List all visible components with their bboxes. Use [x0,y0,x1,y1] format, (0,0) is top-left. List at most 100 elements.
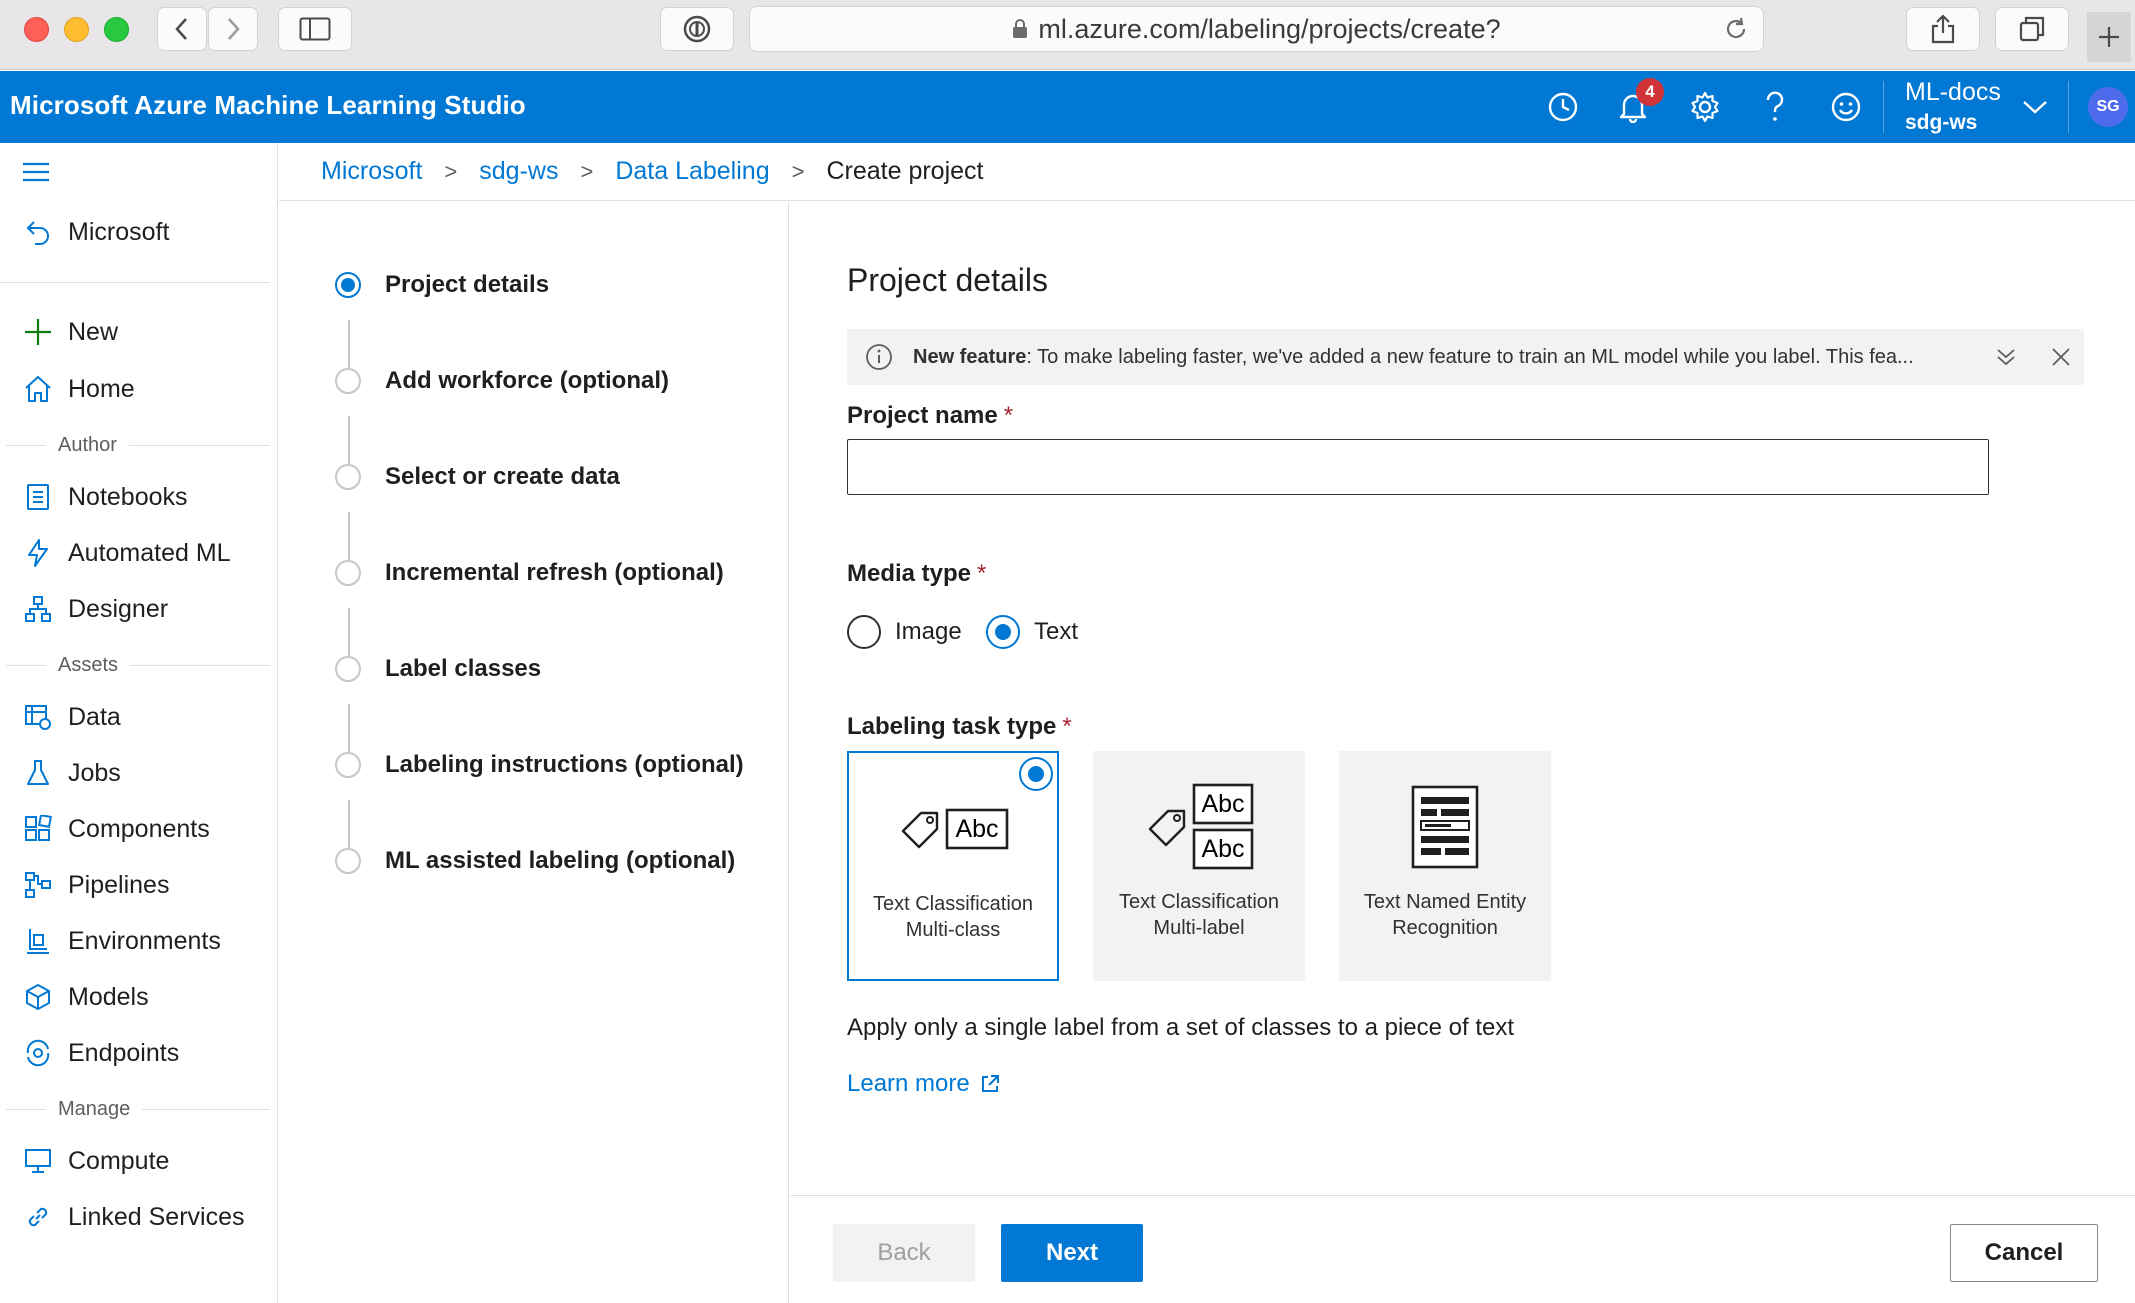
step-labeling-instructions[interactable]: Labeling instructions (optional) [335,751,744,779]
step-label-classes[interactable]: Label classes [335,655,541,683]
forward-nav-button[interactable] [208,7,258,51]
cancel-button[interactable]: Cancel [1950,1224,2098,1282]
monitor-icon [22,1145,54,1177]
password-manager-button[interactable] [660,7,734,51]
task-card-ner[interactable]: Text Named Entity Recognition [1339,751,1551,981]
back-arrow-icon [22,216,54,248]
next-button[interactable]: Next [1001,1224,1143,1282]
menu-icon [23,162,49,182]
share-icon [1931,14,1955,44]
nav-pipelines[interactable]: Pipelines [0,862,278,908]
minimize-window-button[interactable] [64,17,89,42]
nav-group-label: Assets [58,653,119,676]
browser-chrome: ml.azure.com/labeling/projects/create? [0,0,2135,70]
step-incremental-refresh[interactable]: Incremental refresh (optional) [335,559,724,587]
banner-bold: New feature [913,345,1027,368]
account-switcher[interactable]: ML-docs sdg-ws [1905,80,2001,134]
external-link-icon [981,1075,999,1092]
nav-designer[interactable]: Designer [0,586,278,632]
back-button[interactable]: Back [833,1224,975,1282]
nav-data[interactable]: Data [0,694,278,740]
feedback-button[interactable] [1826,87,1866,127]
nav-components[interactable]: Components [0,806,278,852]
nav-environments[interactable]: Environments [0,918,278,964]
nav-endpoints[interactable]: Endpoints [0,1030,278,1076]
project-name-label: Project name * [847,402,1013,430]
step-select-data[interactable]: Select or create data [335,463,620,491]
expand-chevron-icon[interactable] [1995,346,2017,368]
step-project-details[interactable]: Project details [335,271,549,299]
tabs-icon [2019,16,2045,42]
nav-notebooks[interactable]: Notebooks [0,474,278,520]
reload-icon[interactable] [1723,16,1749,42]
card-label-line2: Multi-label [1153,917,1245,939]
tabs-overview-button[interactable] [1995,7,2069,51]
info-banner: New feature: To make labeling faster, we… [847,329,2084,385]
breadcrumb-current: Create project [826,157,984,185]
settings-button[interactable] [1685,87,1725,127]
learn-more-label: Learn more [847,1070,970,1097]
password-icon [683,15,711,43]
nav-label: Data [68,702,121,731]
close-icon[interactable] [2051,347,2071,367]
app-title[interactable]: Microsoft Azure Machine Learning Studio [10,90,526,121]
task-card-multiclass[interactable]: Abc Text Classification Multi-class [847,751,1059,981]
multilabel-illustration: Abc Abc [1144,771,1254,883]
plus-icon [22,316,54,348]
media-type-text-radio[interactable]: Text [986,615,1078,649]
nav-compute[interactable]: Compute [0,1138,278,1184]
help-button[interactable] [1755,87,1795,127]
maximize-window-button[interactable] [104,17,129,42]
pipeline-icon [22,869,54,901]
label-text: Labeling task type [847,713,1057,740]
task-card-multilabel[interactable]: Abc Abc Text Classification Multi-label [1093,751,1305,981]
document-lines-icon [1411,785,1479,869]
step-dot [335,848,361,874]
step-label: Project details [385,271,550,298]
step-add-workforce[interactable]: Add workforce (optional) [335,367,669,395]
close-window-button[interactable] [24,17,49,42]
nav-back-microsoft[interactable]: Microsoft [0,209,278,255]
nav-label: Designer [68,594,169,623]
step-label: Labeling instructions (optional) [385,751,744,778]
avatar[interactable]: SG [2088,87,2128,127]
back-nav-button[interactable] [157,7,207,51]
nav-new[interactable]: New [0,309,278,355]
learn-more-link[interactable]: Learn more [847,1070,1000,1098]
nav-jobs[interactable]: Jobs [0,750,278,796]
tag-icon [1148,809,1186,847]
sidebar-toggle-button[interactable] [278,7,352,51]
url-text: ml.azure.com/labeling/projects/create? [1038,13,1501,44]
left-nav: Microsoft New Home Author Notebooks Auto… [0,143,278,1303]
nav-home[interactable]: Home [0,366,278,412]
media-type-image-radio[interactable]: Image [847,615,962,649]
step-label: Label classes [385,655,542,682]
nav-linked-services[interactable]: Linked Services [0,1194,278,1240]
account-dropdown-button[interactable] [2015,87,2055,127]
share-button[interactable] [1906,7,1980,51]
sidebar-icon [299,17,331,41]
text-box-label: Abc [1201,835,1244,863]
recent-button[interactable] [1543,87,1583,127]
nav-label: Endpoints [68,1038,180,1067]
project-name-input[interactable] [847,439,1989,495]
new-tab-button[interactable] [2087,12,2131,62]
step-label: ML assisted labeling (optional) [385,847,736,874]
data-icon [22,701,54,733]
nav-models[interactable]: Models [0,974,278,1020]
breadcrumb-workspace[interactable]: sdg-ws [479,157,558,186]
step-ml-assisted[interactable]: ML assisted labeling (optional) [335,847,735,875]
nav-automated-ml[interactable]: Automated ML [0,530,278,576]
step-dot [335,560,361,586]
breadcrumb-data-labeling[interactable]: Data Labeling [615,157,769,186]
nav-group-label: Manage [58,1097,131,1120]
workspace-name: sdg-ws [1905,111,1978,134]
main-panel: Project details New feature: To make lab… [790,202,2135,1303]
hamburger-button[interactable] [22,161,54,189]
address-bar[interactable]: ml.azure.com/labeling/projects/create? [749,6,1764,52]
designer-icon [22,593,54,625]
breadcrumb-microsoft[interactable]: Microsoft [321,157,422,186]
plus-icon [2099,27,2119,47]
nav-label: Linked Services [68,1202,245,1231]
nav-group-assets: Assets [0,652,270,678]
